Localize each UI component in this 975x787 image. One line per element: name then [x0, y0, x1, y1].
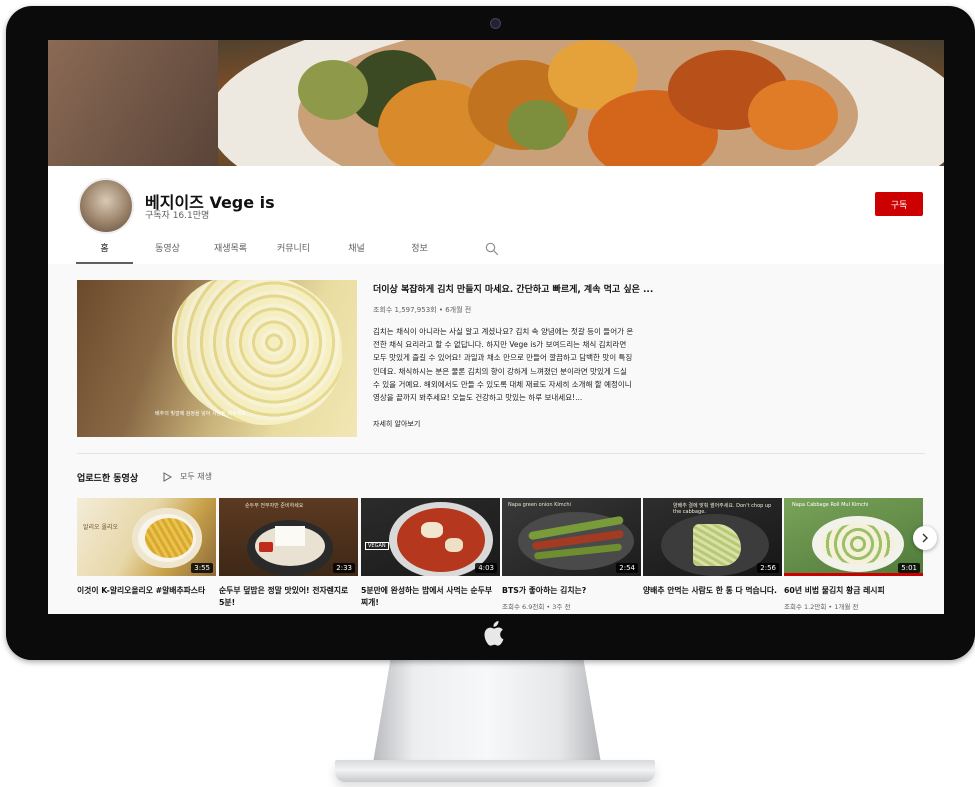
thumbnail-rolls	[822, 524, 894, 564]
carousel-next-button[interactable]	[913, 526, 937, 550]
featured-video-meta: 조회수 1,597,953회 • 6개월 전	[373, 306, 472, 314]
watched-progress-bar	[784, 573, 923, 576]
video-card[interactable]: Napa green onion Kimchi 2:54 BTS가 좋아하는 김…	[502, 498, 641, 611]
tab-community[interactable]: 커뮤니티	[265, 240, 322, 262]
banner-hand	[48, 40, 218, 166]
thumbnail-pasta	[145, 518, 193, 558]
thumbnail-cabbage	[693, 524, 741, 566]
subscriber-count: 구독자 16.1만명	[145, 211, 210, 221]
video-duration: 3:55	[191, 563, 213, 573]
banner-vegetable	[748, 80, 838, 150]
video-duration: 2:54	[616, 563, 638, 573]
video-card[interactable]: Napa Cabbage Roll Mul Kimchi 5:01 60년 비법…	[784, 498, 923, 611]
video-duration: 4:03	[475, 563, 497, 573]
tab-about[interactable]: 정보	[391, 240, 448, 262]
video-thumbnail[interactable]: Napa Cabbage Roll Mul Kimchi 5:01	[784, 498, 923, 576]
channel-avatar[interactable]	[78, 178, 134, 234]
subscribe-button[interactable]: 구독	[875, 192, 923, 216]
thumbnail-overlay-text: VEGAN	[365, 542, 389, 550]
video-thumbnail[interactable]: VEGAN 4:03	[361, 498, 500, 576]
tab-channels[interactable]: 채널	[328, 240, 385, 262]
video-card[interactable]: 양배추 결에 맞춰 썰어주세요. Don't chop up the cabba…	[643, 498, 782, 601]
thumbnail-overlay-text: Napa green onion Kimchi	[508, 502, 571, 508]
video-thumbnail[interactable]: 알리오 올리오 3:55	[77, 498, 216, 576]
play-all-label: 모두 재생	[180, 472, 212, 481]
video-duration: 5:01	[898, 563, 920, 573]
thumbnail-overlay-text: Napa Cabbage Roll Mul Kimchi	[792, 502, 869, 508]
thumbnail-tofu	[445, 538, 463, 552]
section-divider	[77, 453, 925, 454]
webcam-icon	[490, 18, 501, 29]
featured-video-description: 김치는 채식이 아니라는 사실 알고 계셨나요? 김치 속 양념에는 젓갈 등이…	[373, 327, 634, 403]
video-duration: 2:33	[333, 563, 355, 573]
thumbnail-tofu	[275, 526, 305, 546]
monitor-stand-base	[335, 760, 655, 782]
chevron-right-icon	[922, 533, 928, 543]
banner-vegetable	[508, 100, 568, 150]
tab-playlists[interactable]: 재생목록	[202, 240, 259, 262]
video-title[interactable]: 이것이 K-알리오올리오 #알배추파스타	[77, 585, 213, 597]
thumbnail-overlay-text: 알리오 올리오	[83, 524, 119, 531]
video-thumbnail[interactable]: 양배추 결에 맞춰 썰어주세요. Don't chop up the cabba…	[643, 498, 782, 576]
video-card[interactable]: VEGAN 4:03 5분만에 완성하는 밥에서 사먹는 순두부찌개!	[361, 498, 500, 613]
tab-videos[interactable]: 동영상	[139, 240, 196, 262]
monitor-stand-neck	[373, 655, 601, 763]
featured-thumbnail-caption: 배추의 빛깔에 검정을 넣어 사용된 배추계요	[155, 411, 246, 417]
channel-tabs: 홈 동영상 재생목록 커뮤니티 채널 정보	[76, 240, 454, 264]
video-thumbnail[interactable]: Napa green onion Kimchi 2:54	[502, 498, 641, 576]
uploads-section-title[interactable]: 업로드한 동영상	[77, 471, 138, 484]
apple-logo-icon	[484, 621, 504, 646]
video-duration: 2:56	[757, 563, 779, 573]
thumbnail-overlay-text: 양배추 결에 맞춰 썰어주세요. Don't chop up the cabba…	[673, 503, 772, 515]
thumbnail-cabbage	[172, 280, 342, 425]
video-card[interactable]: 순두부 전부자만 준비하세요 2:33 순두부 덮밥은 정말 맛있어! 전자렌지…	[219, 498, 358, 613]
video-meta: 조회수 6.9천회 • 3주 전	[502, 603, 571, 611]
video-title[interactable]: 5분만에 완성하는 밥에서 사먹는 순두부찌개!	[361, 585, 497, 609]
featured-video-title[interactable]: 더이상 복잡하게 김치 만들지 마세요. 간단하고 빠르게, 계속 먹고 싶은 …	[373, 282, 673, 295]
video-thumbnail[interactable]: 순두부 전부자만 준비하세요 2:33	[219, 498, 358, 576]
read-more-link[interactable]: 자세히 알아보기	[373, 419, 420, 429]
video-meta: 조회수 1.2만회 • 1개월 전	[784, 603, 859, 611]
tab-home[interactable]: 홈	[76, 240, 133, 264]
video-title[interactable]: 60년 비법 물김치 황금 레시피	[784, 585, 920, 597]
banner-vegetable	[298, 60, 368, 120]
search-icon[interactable]	[485, 242, 499, 256]
video-title[interactable]: BTS가 좋아하는 김치는?	[502, 585, 638, 597]
featured-video-thumbnail[interactable]: 배추의 빛깔에 검정을 넣어 사용된 배추계요	[77, 280, 357, 437]
video-title[interactable]: 양배추 안먹는 사람도 한 통 다 먹습니다.	[643, 585, 779, 597]
thumbnail-overlay-text: 순두부 전부자만 준비하세요	[245, 503, 304, 509]
video-title[interactable]: 순두부 덮밥은 정말 맛있어! 전자렌지로 5분!	[219, 585, 355, 609]
thumbnail-topping	[259, 542, 273, 552]
video-card[interactable]: 알리오 올리오 3:55 이것이 K-알리오올리오 #알배추파스타	[77, 498, 216, 601]
channel-banner	[48, 40, 944, 166]
thumbnail-stew	[397, 508, 485, 572]
thumbnail-tofu	[421, 522, 443, 538]
play-all-button[interactable]: 모두 재생	[163, 471, 212, 482]
play-icon	[163, 471, 172, 482]
